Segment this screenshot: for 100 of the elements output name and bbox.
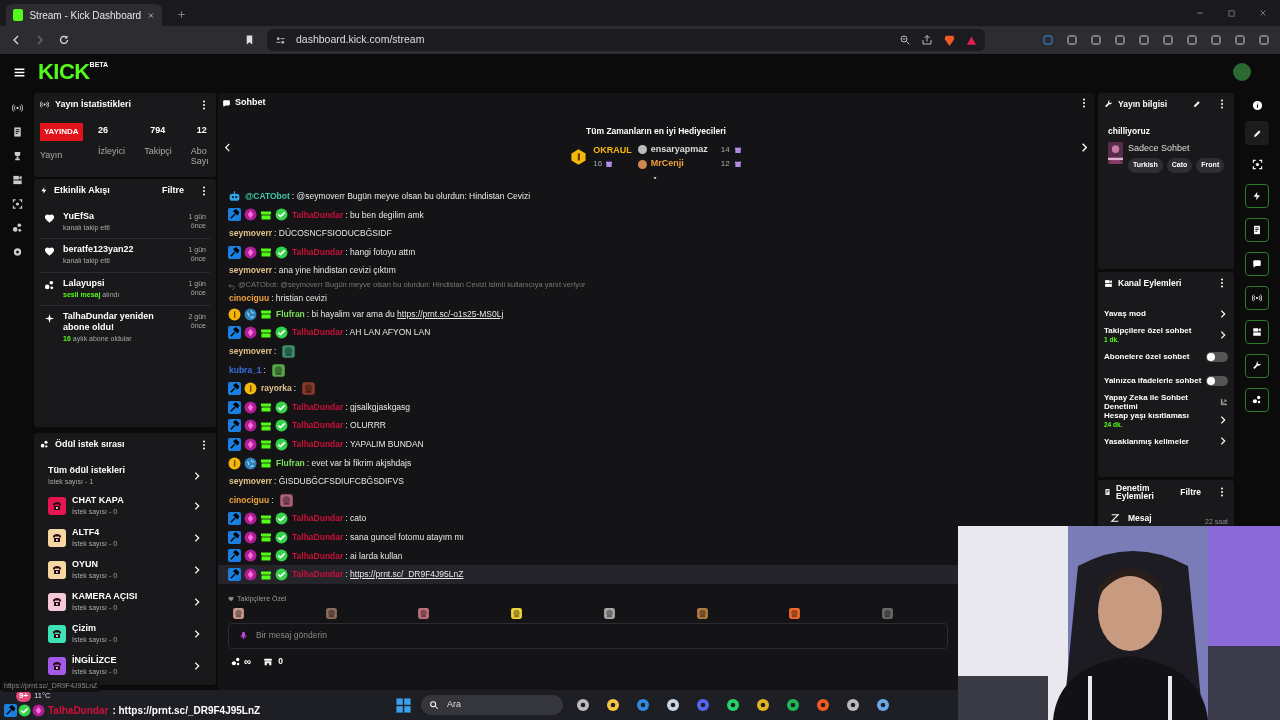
chevron-right-icon[interactable] <box>192 595 202 608</box>
panel-title: Etkinlik Akışı <box>54 184 111 197</box>
chevron-right-icon[interactable] <box>192 499 202 512</box>
kick-logo[interactable]: KICK <box>38 61 90 83</box>
chevron-right-icon[interactable] <box>192 531 202 544</box>
hammer-icon <box>228 245 241 259</box>
panel-title: Ödül istek sırası <box>55 438 126 451</box>
message-input[interactable]: Bir mesaj gönderin <box>228 622 948 649</box>
verified-icon <box>275 549 288 563</box>
username[interactable]: seymoverr <box>229 345 272 358</box>
message-text: : sana guncel fotomu atayım mı <box>345 531 464 544</box>
close-icon[interactable] <box>1258 8 1268 18</box>
message-text: : <box>293 382 297 395</box>
filter-button[interactable]: Filtre <box>162 184 184 198</box>
setting-label[interactable]: Hesap yaşı kısıtlaması <box>1104 410 1218 420</box>
message-text: : bu ben degilim amk <box>345 208 424 222</box>
username[interactable]: @CATObot <box>245 189 290 203</box>
broadcast-icon <box>1252 293 1262 303</box>
live-badge: YAYINDA <box>40 122 83 141</box>
username[interactable]: Flufran <box>276 456 305 470</box>
avatar-icon[interactable] <box>1233 63 1251 81</box>
username[interactable]: seymoverr <box>229 227 272 240</box>
bookmark-icon[interactable] <box>244 34 255 46</box>
username[interactable]: Flufran <box>276 307 305 321</box>
username[interactable]: seymoverr <box>229 475 272 488</box>
reload-icon[interactable] <box>58 34 70 46</box>
doc-icon[interactable] <box>11 126 23 138</box>
bolt-button[interactable] <box>1245 184 1269 208</box>
hammer-icon <box>228 419 241 433</box>
link[interactable]: https://prnt.sc/_DR9F4J95LnZ <box>350 569 464 580</box>
broadcast-button[interactable] <box>1245 286 1269 310</box>
nodes-button[interactable] <box>1245 388 1269 412</box>
forward-icon[interactable] <box>34 34 46 46</box>
setting-label[interactable]: Yavaş mod <box>1104 309 1218 319</box>
setting-label[interactable]: Yasaklanmış kelimeler <box>1104 436 1218 446</box>
chevron-right-icon[interactable] <box>192 563 202 576</box>
triangle-icon[interactable] <box>966 34 977 46</box>
nodes-icon[interactable] <box>11 222 23 234</box>
toggle-switch[interactable] <box>1206 351 1228 362</box>
chevron-right-icon[interactable] <box>1218 307 1228 320</box>
stat-label: İzleyici <box>97 146 126 156</box>
taskbar-search[interactable]: Ara <box>421 695 563 715</box>
edit-icon[interactable] <box>1193 100 1201 109</box>
zoom-icon[interactable] <box>899 34 911 46</box>
setting-label[interactable]: Yalnızca ifadelerle sohbet <box>1104 376 1206 385</box>
gem-icon <box>244 245 257 259</box>
username[interactable]: cinociguu <box>229 493 270 507</box>
close-icon[interactable] <box>147 10 155 20</box>
channel-icon[interactable] <box>11 174 23 186</box>
gem-icon <box>32 704 45 717</box>
doc-button[interactable] <box>1245 218 1269 242</box>
hammer-icon <box>228 568 241 582</box>
username[interactable]: rayorka <box>261 382 292 395</box>
username[interactable]: cinociguu <box>229 291 270 305</box>
browser-tab[interactable]: Stream - Kick Dashboard <box>6 4 162 26</box>
hammer-icon <box>228 208 241 222</box>
hammer-icon <box>228 382 241 396</box>
toggle-switch[interactable] <box>1206 375 1228 386</box>
store-button[interactable]: 0 <box>263 655 283 668</box>
setting-label[interactable]: Abonelere özel sohbet <box>1104 352 1206 361</box>
chat-button[interactable] <box>1245 252 1269 276</box>
filter-button[interactable]: Filtre <box>1180 485 1201 499</box>
panel-title: Yayın İstatistikleri <box>55 98 133 111</box>
gift-icon <box>260 246 272 259</box>
channel-name: chilliyoruz <box>1108 124 1152 138</box>
chevron-right-icon[interactable] <box>192 627 202 640</box>
reward-name: OYUN <box>72 557 99 571</box>
heart-icon <box>228 596 234 603</box>
broadcast-icon[interactable] <box>11 102 23 114</box>
windows-start-icon[interactable] <box>395 696 412 714</box>
panel-title: Denetim Eylemleri <box>1116 484 1155 500</box>
gem-icon <box>244 400 257 414</box>
edit-button[interactable] <box>1245 121 1269 145</box>
verified-icon <box>275 530 288 544</box>
microphone-icon[interactable] <box>239 630 248 641</box>
chevron-right-icon[interactable] <box>1218 413 1228 426</box>
new-tab-icon[interactable] <box>176 9 187 20</box>
gift-icon <box>260 531 272 544</box>
tab-title: Stream - Kick Dashboard <box>29 8 142 23</box>
channel-button[interactable] <box>1245 320 1269 344</box>
points-button[interactable]: ∞ <box>231 654 252 669</box>
reward-name: ALTF4 <box>72 525 101 539</box>
setting-label[interactable]: Yapay Zeka ile Sohbet Denetimi <box>1104 392 1220 411</box>
username[interactable]: seymoverr <box>229 264 272 278</box>
lion-shield-icon[interactable] <box>943 33 956 47</box>
wrench-button[interactable] <box>1245 354 1269 378</box>
gift-count: 12 <box>720 158 730 171</box>
gift-icon <box>605 159 614 168</box>
external-link-icon[interactable] <box>1220 397 1228 406</box>
chevron-right-icon[interactable] <box>192 659 202 672</box>
message-text: : <box>263 363 266 377</box>
username[interactable]: kubra_1 <box>229 363 262 377</box>
bolt-icon <box>40 186 48 196</box>
info-icon[interactable] <box>1251 100 1263 111</box>
link[interactable]: https://prnt.sc/-o1s25-MS0Lj <box>397 308 504 319</box>
chevron-right-icon[interactable] <box>192 469 202 482</box>
setting-label[interactable]: Takipçilere özel sohbet <box>1104 325 1218 335</box>
address-bar[interactable]: dashboard.kick.com/stream <box>267 29 985 51</box>
focus-icon[interactable] <box>11 198 23 210</box>
share-icon[interactable] <box>921 34 933 46</box>
